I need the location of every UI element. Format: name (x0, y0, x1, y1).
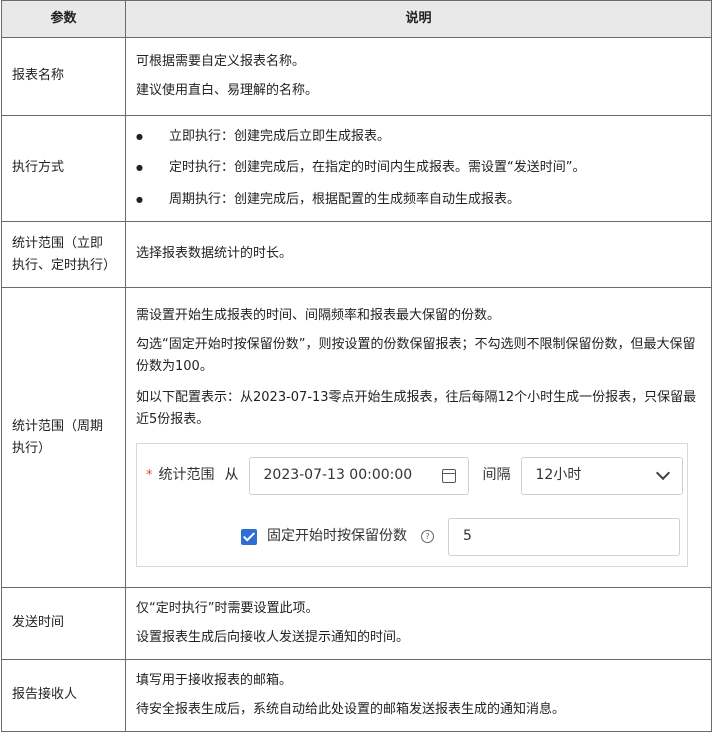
desc-line: 需设置开始生成报表的时间、间隔频率和报表最大保留的份数。 (136, 308, 501, 324)
list-item: 周期执行：创建完成后，根据配置的生成频率自动生成报表。 (136, 192, 701, 208)
datetime-value: 2023-07-13 00:00:00 (263, 466, 413, 483)
desc-line: 勾选“固定开始时按保留份数”，则按设置的份数保留报表；不勾选则不限制保留份数，但… (136, 336, 696, 374)
range-row: * 统计范围 从 2023-07-13 00:00:00 间隔 12小时 (146, 456, 683, 496)
retention-checkbox[interactable] (241, 528, 257, 545)
interval-value: 12小时 (535, 466, 582, 483)
param-cell: 报告接收人 (1, 659, 126, 732)
from-label: 从 (224, 466, 239, 483)
table-row: 报告接收人 填写用于接收报表的邮箱。 待安全报表生成后，系统自动给此处设置的邮箱… (1, 659, 712, 732)
desc-line: 待安全报表生成后，系统自动给此处设置的邮箱发送报表生成的通知消息。 (136, 702, 566, 717)
interval-label: 间隔 (482, 466, 511, 483)
desc-line: 填写用于接收报表的邮箱。 (136, 672, 293, 688)
desc-line: 可根据需要自定义报表名称。 (136, 53, 306, 69)
chevron-down-icon (655, 466, 670, 481)
desc-cell: 可根据需要自定义报表名称。 建议使用直白、易理解的名称。 (125, 37, 712, 116)
param-cell: 统计范围（周期执行） (1, 287, 126, 588)
table-row: 统计范围（周期执行） 需设置开始生成报表的时间、间隔频率和报表最大保留的份数。 … (1, 287, 712, 588)
checkbox-label: 固定开始时按保留份数 (267, 527, 407, 544)
calendar-icon[interactable] (441, 468, 456, 483)
count-value: 5 (463, 527, 472, 544)
table-row: 统计范围（立即执行、定时执行） 选择报表数据统计的时长。 (1, 221, 712, 288)
required-mark: * (146, 467, 153, 483)
table-row: 发送时间 仅“定时执行”时需要设置此项。 设置报表生成后向接收人发送提示通知的时… (1, 587, 712, 660)
header-desc: 说明 (125, 0, 712, 38)
param-cell: 执行方式 (1, 115, 126, 222)
start-datetime-picker[interactable]: 2023-07-13 00:00:00 (248, 456, 469, 495)
bullet-list: 立即执行：创建完成后立即生成报表。 定时执行：创建完成后，在指定的时间内生成报表… (136, 129, 701, 208)
desc-line: 设置报表生成后向接收人发送提示通知的时间。 (136, 630, 410, 645)
desc-line: 仅“定时执行”时需要设置此项。 (136, 600, 319, 616)
list-item: 立即执行：创建完成后立即生成报表。 (136, 129, 701, 145)
parameter-table: 参数 说明 报表名称 可根据需要自定义报表名称。 建议使用直白、易理解的名称。 … (1, 0, 712, 732)
desc-cell: 选择报表数据统计的时长。 (125, 221, 712, 288)
help-icon[interactable]: ? (421, 530, 434, 544)
desc-cell: 需设置开始生成报表的时间、间隔频率和报表最大保留的份数。 勾选“固定开始时按保留… (125, 287, 712, 588)
desc-cell: 仅“定时执行”时需要设置此项。 设置报表生成后向接收人发送提示通知的时间。 (125, 587, 712, 660)
interval-select[interactable]: 12小时 (520, 456, 683, 495)
param-cell: 发送时间 (1, 587, 126, 660)
header-param: 参数 (1, 0, 126, 38)
desc-line: 如以下配置表示：从2023-07-13零点开始生成报表，往后每隔12个小时生成一… (136, 389, 697, 427)
table-row: 报表名称 可根据需要自定义报表名称。 建议使用直白、易理解的名称。 (1, 37, 712, 116)
param-cell: 统计范围（立即执行、定时执行） (1, 221, 126, 288)
table-header-row: 参数 说明 (1, 0, 712, 38)
param-cell: 报表名称 (1, 37, 126, 116)
retention-count-input[interactable]: 5 (448, 517, 680, 556)
example-form: * 统计范围 从 2023-07-13 00:00:00 间隔 12小时 固定开… (136, 442, 688, 567)
desc-cell: 立即执行：创建完成后立即生成报表。 定时执行：创建完成后，在指定的时间内生成报表… (125, 115, 712, 222)
retention-row: 固定开始时按保留份数 ? 5 (241, 517, 680, 557)
list-item: 定时执行：创建完成后，在指定的时间内生成报表。需设置“发送时间”。 (136, 160, 701, 176)
range-label: 统计范围 (158, 466, 215, 483)
desc-line: 建议使用直白、易理解的名称。 (136, 83, 319, 98)
desc-line: 选择报表数据统计的时长。 (136, 246, 293, 262)
table-row: 执行方式 立即执行：创建完成后立即生成报表。 定时执行：创建完成后，在指定的时间… (1, 115, 712, 222)
desc-cell: 填写用于接收报表的邮箱。 待安全报表生成后，系统自动给此处设置的邮箱发送报表生成… (125, 659, 712, 732)
